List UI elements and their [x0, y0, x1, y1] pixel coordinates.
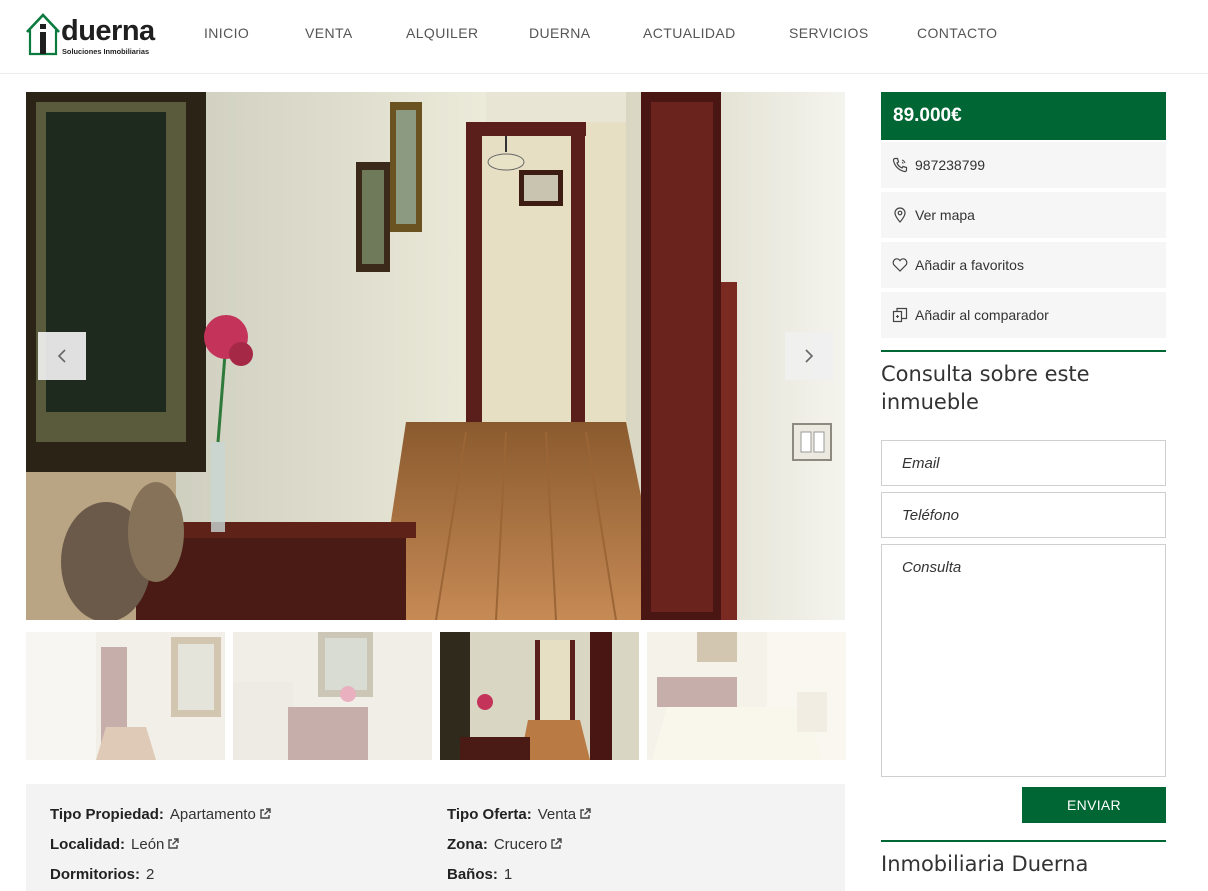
detail-label: Zona: [447, 836, 488, 853]
hallway-photo [26, 92, 845, 620]
site-logo[interactable]: duerna Soluciones Inmobiliarias [25, 12, 160, 58]
detail-value-link[interactable]: Crucero [494, 836, 547, 853]
gallery-thumbnail-2[interactable] [233, 632, 432, 760]
house-logo-icon [26, 13, 60, 56]
price-badge: 89.000€ [881, 92, 1166, 140]
phone-field[interactable]: Teléfono [881, 492, 1166, 538]
detail-zona: Zona: Crucero [447, 836, 562, 853]
nav-item-contacto[interactable]: CONTACTO [917, 25, 997, 41]
add-favorites-label: Añadir a favoritos [915, 257, 1024, 273]
detail-localidad: Localidad: León [50, 836, 180, 853]
detail-banos: Baños: 1 [447, 866, 512, 883]
map-pin-icon [894, 207, 906, 223]
nav-item-venta[interactable]: VENTA [305, 25, 353, 41]
detail-label: Localidad: [50, 836, 126, 853]
view-map-action[interactable]: Ver mapa [881, 192, 1166, 238]
inquiry-title: Consulta sobre este inmueble [881, 362, 1090, 414]
gallery-prev-button[interactable] [38, 332, 86, 380]
compare-icon [892, 307, 908, 323]
detail-value-link[interactable]: Apartamento [170, 806, 256, 823]
chevron-left-icon [57, 349, 66, 363]
external-link-icon [260, 808, 271, 819]
detail-value: 1 [503, 866, 513, 883]
gallery-thumbnail-3[interactable] [440, 632, 639, 760]
detail-tipo-propiedad: Tipo Propiedad: Apartamento [50, 806, 271, 823]
nav-item-actualidad[interactable]: ACTUALIDAD [643, 25, 736, 41]
detail-label: Baños: [447, 866, 498, 883]
phone-number: 987238799 [915, 157, 986, 173]
external-link-icon [168, 838, 180, 849]
add-comparator-action[interactable]: Añadir al comparador [881, 292, 1166, 338]
detail-value-link[interactable]: Venta [538, 806, 576, 823]
gallery-next-button[interactable] [785, 332, 833, 380]
external-link-icon [580, 808, 591, 819]
gallery-thumbnail-4[interactable] [647, 632, 846, 760]
gallery-thumbnail-1[interactable] [26, 632, 225, 760]
agency-title: Inmobiliaria Duerna [881, 852, 1089, 876]
detail-value: 2 [146, 866, 155, 883]
detail-tipo-oferta: Tipo Oferta: Venta [447, 806, 591, 823]
nav-item-inicio[interactable]: INICIO [204, 25, 249, 41]
thumbnail-overlay [233, 632, 432, 760]
site-header: duerna Soluciones Inmobiliarias INICIO V… [0, 0, 1208, 74]
property-details: Tipo Propiedad: Apartamento Tipo Oferta: V… [26, 784, 845, 891]
heart-icon [892, 258, 908, 272]
thumbnail-overlay [647, 632, 846, 760]
detail-label: Dormitorios: [50, 866, 140, 883]
phone-icon [892, 157, 908, 173]
main-property-photo[interactable] [26, 92, 845, 620]
section-divider [881, 840, 1166, 842]
nav-item-alquiler[interactable]: ALQUILER [406, 25, 478, 41]
view-map-label: Ver mapa [915, 207, 975, 223]
send-button[interactable]: ENVIAR [1022, 787, 1166, 823]
detail-dormitorios: Dormitorios: 2 [50, 866, 154, 883]
email-field[interactable]: Email [881, 440, 1166, 486]
detail-label: Tipo Propiedad: [50, 806, 164, 823]
message-textarea[interactable]: Consulta [881, 544, 1166, 777]
brand-name: duerna [61, 15, 155, 47]
detail-value-link[interactable]: León [131, 836, 164, 853]
external-link-icon [551, 838, 562, 849]
nav-item-servicios[interactable]: SERVICIOS [789, 25, 869, 41]
add-comparator-label: Añadir al comparador [915, 307, 1049, 323]
thumbnail-overlay [26, 632, 225, 760]
nav-item-duerna[interactable]: DUERNA [529, 25, 591, 41]
phone-action[interactable]: 987238799 [881, 142, 1166, 188]
thumbnail-photo [440, 632, 639, 760]
section-divider [881, 350, 1166, 352]
brand-tagline: Soluciones Inmobiliarias [62, 47, 150, 56]
add-favorites-action[interactable]: Añadir a favoritos [881, 242, 1166, 288]
chevron-right-icon [805, 349, 814, 363]
detail-label: Tipo Oferta: [447, 806, 532, 823]
